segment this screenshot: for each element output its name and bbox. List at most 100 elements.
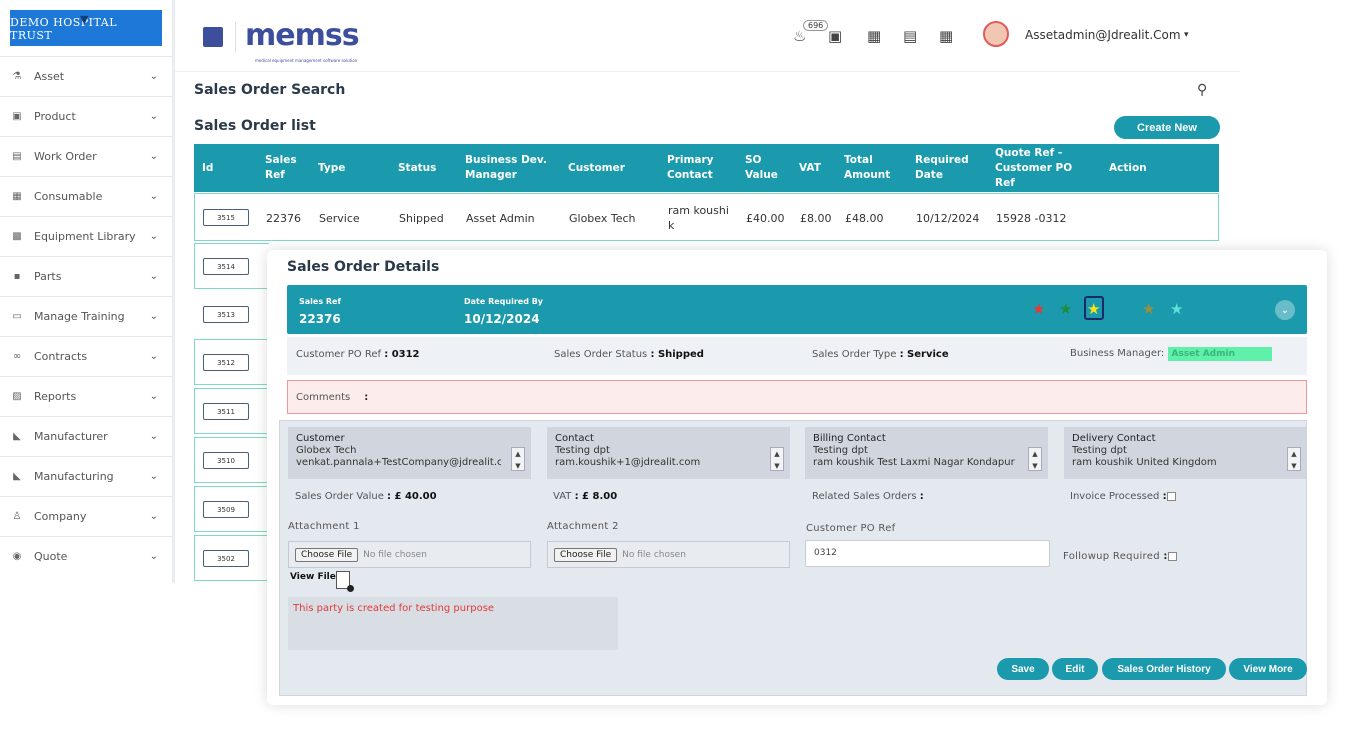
collapse-chevron-icon[interactable]: ⌄ xyxy=(1275,300,1295,320)
spinner-arrows-icon[interactable]: ▲ ▼ xyxy=(1287,447,1301,471)
spinner-arrows-icon[interactable]: ▲ ▼ xyxy=(770,447,784,471)
modal-title: Sales Order Details xyxy=(287,259,440,275)
column-header[interactable]: Id xyxy=(202,144,213,192)
sidebar-item-product[interactable]: ▣ Product ⌄ xyxy=(0,96,172,136)
create-new-button[interactable]: Create New xyxy=(1114,116,1220,139)
chevron-down-icon: ⌄ xyxy=(149,471,158,482)
sidebar-item-consumable[interactable]: ▦ Consumable ⌄ xyxy=(0,176,172,216)
barcode-icon[interactable]: ▤ xyxy=(903,27,917,45)
row-id-button[interactable]: 3502 xyxy=(203,550,249,567)
view-file-link[interactable]: View File xyxy=(290,572,336,582)
column-header[interactable]: Type xyxy=(318,144,345,192)
column-header[interactable]: Status xyxy=(398,144,436,192)
chevron-down-icon: ⌄ xyxy=(149,511,158,522)
order-status-info: Sales Order Status : Shipped xyxy=(554,349,704,360)
note-icon[interactable]: ▣ xyxy=(828,27,842,45)
row-id-button[interactable]: 3510 xyxy=(203,452,249,469)
cell-vat: £8.00 xyxy=(800,211,832,225)
choose-file-button[interactable]: Choose File xyxy=(295,547,359,562)
sidebar-item-reports[interactable]: ▨ Reports ⌄ xyxy=(0,376,172,416)
app-logo[interactable]: memss medical equipment management softw… xyxy=(245,18,360,63)
row-id-button[interactable]: 3515 xyxy=(203,209,249,226)
invoice-processed-checkbox[interactable] xyxy=(1166,491,1176,501)
table-row[interactable]: 3513 xyxy=(194,291,269,337)
delivery-contact-card: Delivery Contact Testing dpt ram koushik… xyxy=(1064,427,1307,479)
sales-order-history-button[interactable]: Sales Order History xyxy=(1102,658,1226,680)
sidebar-item-quote[interactable]: ◉ Quote ⌄ xyxy=(0,536,172,576)
column-header[interactable]: Primary Contact xyxy=(667,144,722,192)
sidebar-item-manufacturer[interactable]: ◣ Manufacturer ⌄ xyxy=(0,416,172,456)
row-id-button[interactable]: 3513 xyxy=(203,306,249,323)
sidebar-item-equipment-library[interactable]: ▩ Equipment Library ⌄ xyxy=(0,216,172,256)
qr-code-icon[interactable]: ▦ xyxy=(939,27,953,45)
sidebar-item-manage-training[interactable]: ▭ Manage Training ⌄ xyxy=(0,296,172,336)
row-id-button[interactable]: 3509 xyxy=(203,501,249,518)
grid-icon: ▦ xyxy=(12,191,22,202)
table-row[interactable]: 3512 xyxy=(194,339,269,385)
sales-order-value: Sales Order Value : £ 40.00 xyxy=(295,491,437,502)
avatar[interactable] xyxy=(983,21,1009,47)
qr-scan-icon[interactable]: ▦ xyxy=(867,27,881,45)
search-icon[interactable]: ⚲ xyxy=(1197,82,1207,98)
star-green-icon[interactable]: ★ xyxy=(1059,300,1072,318)
row-id-button[interactable]: 3512 xyxy=(203,354,249,371)
column-header[interactable]: Quote Ref - Customer PO Ref xyxy=(995,144,1095,192)
document-icon[interactable] xyxy=(336,571,354,592)
billing-contact-card: Billing Contact Testing dpt ram koushik … xyxy=(805,427,1048,479)
star-cyan-icon[interactable]: ★ xyxy=(1170,300,1183,318)
chevron-down-icon: ⌄ xyxy=(149,551,158,562)
chevron-down-icon: ⌄ xyxy=(149,351,158,362)
work-order-icon: ▤ xyxy=(12,151,22,162)
sidebar-item-asset[interactable]: ⚗ Asset ⌄ xyxy=(0,56,172,96)
menu-toggle-button[interactable] xyxy=(203,27,223,47)
chevron-down-icon: ⌄ xyxy=(149,151,158,162)
spinner-arrows-icon[interactable]: ▲ ▼ xyxy=(1028,447,1042,471)
star-red-icon[interactable]: ★ xyxy=(1032,300,1045,318)
table-row[interactable]: 3514 xyxy=(194,243,269,289)
hospital-logo[interactable]: ▼ DEMO HOSPITAL TRUST xyxy=(10,10,162,46)
column-header[interactable]: SO Value xyxy=(745,144,785,192)
sidebar-item-company[interactable]: ♙ Company ⌄ xyxy=(0,496,172,536)
table-row[interactable]: 3502 xyxy=(194,535,269,581)
row-id-button[interactable]: 3511 xyxy=(203,403,249,420)
user-email[interactable]: Assetadmin@Jdrealit.Com xyxy=(1025,28,1181,42)
po-ref-label: Customer PO Ref xyxy=(806,523,896,534)
column-header[interactable]: VAT xyxy=(799,144,821,192)
table-row[interactable]: 3510 xyxy=(194,437,269,483)
view-more-button[interactable]: View More xyxy=(1229,658,1307,680)
column-header[interactable]: Sales Ref xyxy=(265,144,305,192)
date-required-label: Date Required By xyxy=(464,297,544,306)
sidebar-item-manufacturing[interactable]: ◣ Manufacturing ⌄ xyxy=(0,456,172,496)
column-header[interactable]: Total Amount xyxy=(844,144,894,192)
comments-field[interactable]: Comments: xyxy=(287,380,1307,414)
attachment2-label: Attachment 2 xyxy=(547,521,619,532)
building-icon: ♙ xyxy=(12,511,22,522)
invoice-processed: Invoice Processed : xyxy=(1070,491,1176,502)
contact-card: Contact Testing dpt ram.koushik+1@jdreal… xyxy=(547,427,790,479)
cell-type: Service xyxy=(319,211,360,225)
library-icon: ▩ xyxy=(12,231,22,242)
column-header[interactable]: Required Date xyxy=(915,144,975,192)
sidebar-item-contracts[interactable]: ∞ Contracts ⌄ xyxy=(0,336,172,376)
column-header[interactable]: Business Dev. Manager xyxy=(465,144,555,192)
table-row[interactable]: 3515 22376 Service Shipped Asset Admin G… xyxy=(194,193,1219,241)
star-olive-icon[interactable]: ★ xyxy=(1142,300,1155,318)
edit-button[interactable]: Edit xyxy=(1052,658,1098,680)
notes-textarea[interactable]: This party is created for testing purpos… xyxy=(288,597,618,650)
table-row[interactable]: 3509 xyxy=(194,486,269,532)
save-button[interactable]: Save xyxy=(997,658,1049,680)
sidebar-item-work-order[interactable]: ▤ Work Order ⌄ xyxy=(0,136,172,176)
choose-file-button[interactable]: Choose File xyxy=(554,547,618,562)
column-header[interactable]: Customer xyxy=(568,144,625,192)
table-row[interactable]: 3511 xyxy=(194,388,269,434)
star-teal-icon[interactable]: ★ xyxy=(1115,300,1128,318)
caret-down-icon[interactable]: ▾ xyxy=(1184,30,1189,40)
followup-checkbox[interactable] xyxy=(1167,551,1177,561)
customer-po-input[interactable]: 0312 xyxy=(805,540,1050,567)
sidebar-item-parts[interactable]: ▪ Parts ⌄ xyxy=(0,256,172,296)
star-yellow-icon[interactable]: ★ xyxy=(1087,300,1100,318)
row-id-button[interactable]: 3514 xyxy=(203,258,249,275)
column-header[interactable]: Action xyxy=(1109,144,1147,192)
spinner-arrows-icon[interactable]: ▲ ▼ xyxy=(511,447,525,471)
chevron-down-icon: ⌄ xyxy=(149,431,158,442)
